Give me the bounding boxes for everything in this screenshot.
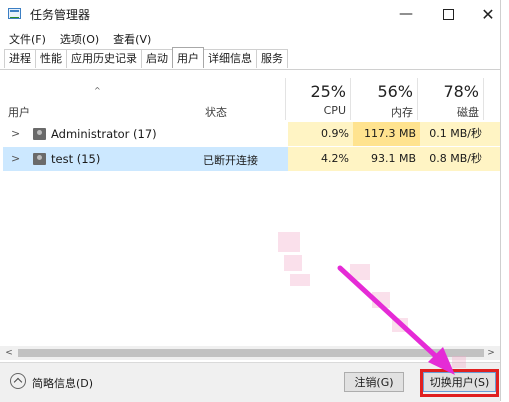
scroll-left-icon[interactable]: <	[2, 346, 16, 360]
menu-options[interactable]: 选项(O)	[51, 28, 104, 48]
tab-strip: 进程 性能 应用历史记录 启动 用户 详细信息 服务	[4, 47, 288, 69]
user-status: 已断开连接	[203, 154, 258, 167]
cpu-value: 4.2%	[288, 147, 353, 171]
maximize-button[interactable]	[426, 0, 470, 28]
column-divider	[483, 78, 484, 120]
column-header-status[interactable]: 状态	[205, 104, 227, 120]
cpu-label: CPU	[323, 104, 346, 117]
task-manager-window: 任务管理器 — ✕ 文件(F) 选项(O) 查看(V) 进程 性能 应用历史记录…	[0, 0, 501, 402]
menu-bar: 文件(F) 选项(O) 查看(V)	[0, 28, 500, 48]
user-name: test (15)	[51, 152, 101, 166]
tab-startup[interactable]: 启动	[141, 49, 173, 68]
tab-app-history[interactable]: 应用历史记录	[66, 49, 142, 68]
expand-chevron-icon[interactable]: >	[11, 152, 20, 165]
network-value	[486, 147, 500, 171]
memory-label: 内存	[391, 106, 413, 119]
horizontal-scrollbar[interactable]: < >	[0, 346, 500, 360]
user-name: Administrator (17)	[51, 127, 157, 141]
column-header-user[interactable]: 用户	[8, 104, 30, 120]
user-avatar-icon	[33, 153, 46, 165]
tab-details[interactable]: 详细信息	[203, 49, 257, 68]
table-row[interactable]: > Administrator (17) 0.9% 117.3 MB 0.1 M…	[3, 122, 500, 146]
cpu-percent: 25%	[310, 82, 346, 101]
fewer-details-link[interactable]: 简略信息(D)	[32, 375, 93, 391]
tab-services[interactable]: 服务	[256, 49, 288, 68]
menu-view[interactable]: 查看(V)	[104, 28, 156, 48]
logoff-button[interactable]: 注销(G)	[344, 372, 404, 392]
column-header-memory[interactable]: 56% 内存	[355, 82, 413, 120]
minimize-button[interactable]: —	[384, 0, 428, 28]
menu-file[interactable]: 文件(F)	[0, 28, 51, 48]
table-row[interactable]: > test (15) 已断开连接 4.2% 93.1 MB 0.8 MB/秒	[3, 147, 500, 171]
task-manager-icon	[8, 8, 21, 19]
cpu-value: 0.9%	[288, 122, 353, 146]
window-title: 任务管理器	[30, 8, 91, 22]
scrollbar-thumb[interactable]	[18, 349, 484, 357]
highlight-box	[420, 369, 499, 397]
user-avatar-icon	[33, 128, 46, 140]
scroll-right-icon[interactable]: >	[484, 346, 498, 360]
disk-label: 磁盘	[457, 106, 479, 119]
tab-processes[interactable]: 进程	[4, 49, 36, 68]
title-bar: 任务管理器 — ✕	[0, 0, 500, 28]
tab-divider	[0, 69, 500, 70]
disk-percent: 78%	[443, 82, 479, 101]
network-value	[486, 122, 500, 146]
column-divider	[285, 78, 286, 120]
maximize-icon	[442, 8, 454, 20]
column-divider	[350, 78, 351, 120]
sort-arrow-icon: ^	[94, 86, 101, 95]
expand-chevron-icon[interactable]: >	[11, 127, 20, 140]
column-header-disk[interactable]: 78% 磁盘	[421, 82, 479, 120]
memory-value: 117.3 MB	[353, 122, 420, 146]
memory-value: 93.1 MB	[353, 147, 420, 171]
column-divider	[417, 78, 418, 120]
tab-performance[interactable]: 性能	[35, 49, 67, 68]
memory-percent: 56%	[377, 82, 413, 101]
close-button[interactable]: ✕	[466, 0, 509, 28]
collapse-up-icon[interactable]	[10, 373, 26, 389]
column-header-cpu[interactable]: 25% CPU	[290, 82, 346, 117]
tab-users[interactable]: 用户	[172, 47, 204, 68]
disk-value: 0.8 MB/秒	[420, 147, 486, 171]
disk-value: 0.1 MB/秒	[420, 122, 486, 146]
